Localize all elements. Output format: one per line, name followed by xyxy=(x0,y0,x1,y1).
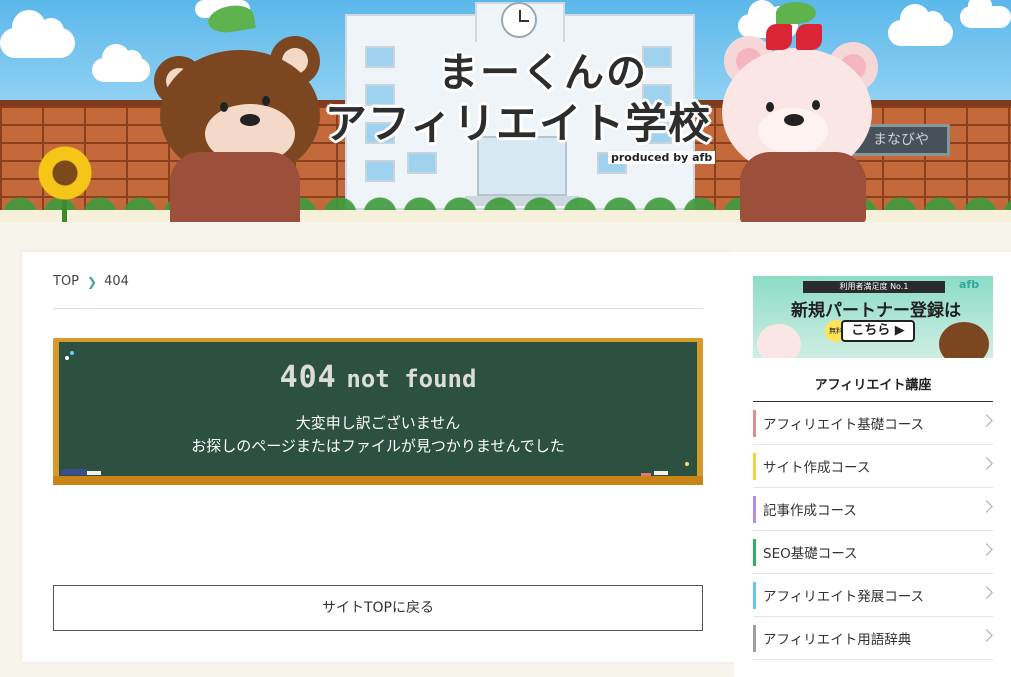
sidebar-item-seo-basics[interactable]: SEO基礎コース xyxy=(753,531,993,574)
chalk-icon xyxy=(641,473,651,476)
sidebar-item-affiliate-basics[interactable]: アフィリエイト基礎コース xyxy=(753,402,993,445)
sidebar-item-article-writing[interactable]: 記事作成コース xyxy=(753,488,993,531)
bear-eye xyxy=(262,96,270,106)
eraser-icon xyxy=(61,469,87,475)
color-bar xyxy=(753,496,756,523)
cloud-decoration xyxy=(92,44,150,82)
sidebar-item-label: SEO基礎コース xyxy=(763,546,858,562)
sidebar-section-title: アフィリエイト講座 xyxy=(814,378,932,393)
banner-headline: 新規パートナー登録は xyxy=(791,301,961,321)
bear-nose xyxy=(784,114,804,126)
partner-registration-banner[interactable]: 利用者満足度 No.1 afb 新規パートナー登録は 無料 こちら ▶ xyxy=(753,276,993,358)
back-to-top-button[interactable]: サイトTOPに戻る xyxy=(53,585,703,631)
sprout-icon xyxy=(776,2,816,24)
color-bar xyxy=(753,582,756,609)
bear-nose xyxy=(240,114,260,126)
sidebar-item-label: アフィリエイト基礎コース xyxy=(763,417,925,433)
cloud-decoration xyxy=(960,0,1011,28)
bear-eye xyxy=(766,102,774,112)
chevron-right-icon xyxy=(980,500,993,513)
chevron-right-icon xyxy=(980,543,993,556)
error-apology-text: 大変申し訳ございません xyxy=(295,414,461,432)
chevron-right-icon xyxy=(980,457,993,470)
pink-bear-icon xyxy=(757,324,801,358)
chalk-icon xyxy=(654,471,668,475)
afb-logo: afb xyxy=(959,278,980,291)
site-logo-title[interactable]: まーくんの アフィリエイト学校 xyxy=(322,48,714,168)
banner-cta-button[interactable]: こちら ▶ xyxy=(841,320,915,342)
ribbon-bow-icon xyxy=(766,24,822,54)
error-code: 404 xyxy=(279,360,337,395)
clock-icon xyxy=(501,2,537,38)
sidebar-item-label: アフィリエイト用語辞典 xyxy=(763,632,912,648)
chalkboard-error-panel: 404 not found 大変申し訳ございません お探しのページまたはファイル… xyxy=(53,338,703,485)
bear-body xyxy=(740,152,866,222)
produced-by-label: produced by afb xyxy=(608,151,716,164)
sidebar-item-label: サイト作成コース xyxy=(763,460,871,476)
site-header-banner[interactable]: まなびや まーくんの アフィリエイト学校 produced by afb xyxy=(0,0,1011,222)
breadcrumb: TOP ❯ 404 xyxy=(53,274,129,289)
chalk-dot xyxy=(70,351,74,355)
sidebar-item-site-creation[interactable]: サイト作成コース xyxy=(753,445,993,488)
sidebar-item-label: 記事作成コース xyxy=(763,503,857,519)
chalk-icon xyxy=(87,471,101,475)
site-title-line2: アフィリエイト学校 xyxy=(324,99,712,148)
color-bar xyxy=(753,625,756,652)
brown-bear-mascot xyxy=(150,2,340,222)
site-title-line1: まーくんの xyxy=(438,50,648,96)
chevron-right-icon xyxy=(980,414,993,427)
error-heading: 404 not found xyxy=(53,360,703,395)
cloud-decoration xyxy=(0,10,75,58)
color-bar xyxy=(753,453,756,480)
error-detail-text: お探しのページまたはファイルが見つかりませんでした xyxy=(191,437,565,455)
banner-satisfaction-label: 利用者満足度 No.1 xyxy=(803,281,945,293)
course-menu: アフィリエイト基礎コース サイト作成コース 記事作成コース SEO基礎コース ア… xyxy=(753,402,993,660)
sidebar-item-glossary[interactable]: アフィリエイト用語辞典 xyxy=(753,617,993,660)
chevron-right-icon: ❯ xyxy=(87,274,98,289)
sidebar-item-affiliate-advanced[interactable]: アフィリエイト発展コース xyxy=(753,574,993,617)
chevron-right-icon xyxy=(980,586,993,599)
pink-bear-mascot xyxy=(718,2,888,222)
brown-bear-icon xyxy=(939,322,989,358)
chalkboard-rail xyxy=(53,476,703,485)
bear-eye xyxy=(812,100,820,110)
bear-body xyxy=(170,152,300,222)
breadcrumb-current: 404 xyxy=(104,274,129,289)
breadcrumb-home-link[interactable]: TOP xyxy=(53,274,79,289)
sidebar-item-label: アフィリエイト発展コース xyxy=(763,589,925,605)
color-bar xyxy=(753,410,756,437)
cloud-decoration xyxy=(888,4,953,46)
chevron-right-icon xyxy=(980,629,993,642)
bear-eye xyxy=(220,102,228,112)
error-status: not found xyxy=(346,365,477,393)
chalk-dot xyxy=(685,462,689,466)
color-bar xyxy=(753,539,756,566)
divider xyxy=(53,308,703,309)
sunflower-icon xyxy=(38,146,92,200)
